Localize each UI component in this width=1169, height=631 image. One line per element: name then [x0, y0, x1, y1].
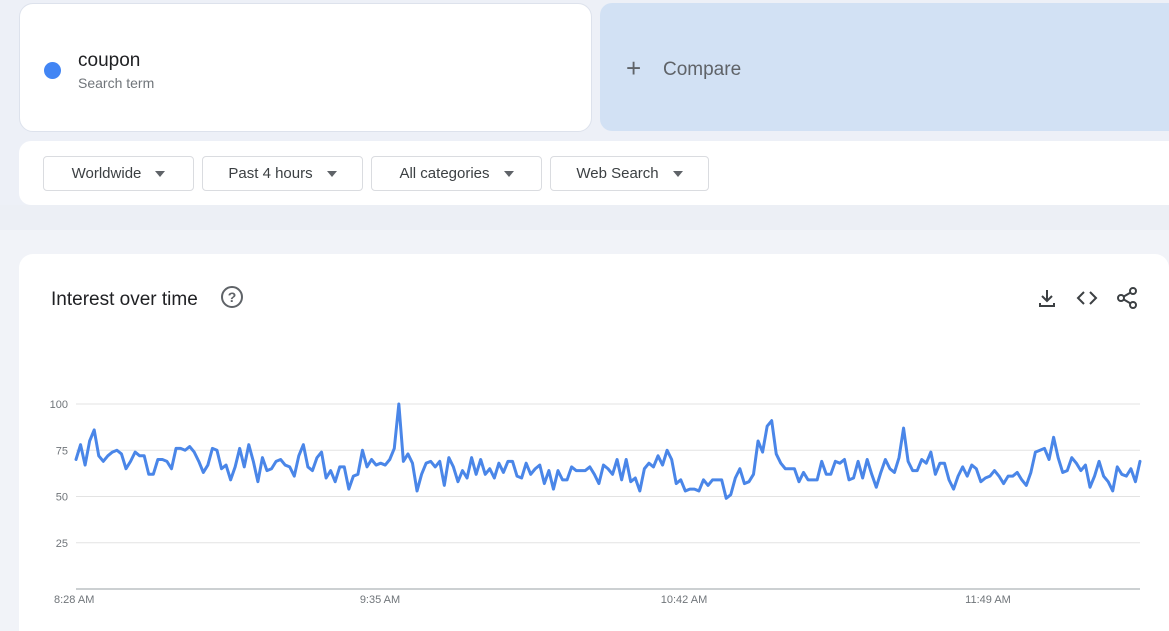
caret-down-icon — [672, 170, 683, 177]
caret-down-icon — [503, 170, 514, 177]
region-dropdown[interactable]: Worldwide — [43, 156, 194, 191]
search-term-subtitle: Search term — [78, 75, 155, 91]
search-term-card[interactable]: coupon Search term — [19, 3, 592, 132]
y-tick-label: 50 — [56, 492, 68, 504]
filter-bar: Worldwide Past 4 hours All categories We… — [19, 141, 1169, 205]
y-tick-label: 100 — [50, 399, 68, 411]
series-line — [74, 402, 1142, 500]
help-icon[interactable]: ? — [221, 286, 243, 308]
time-range-dropdown[interactable]: Past 4 hours — [202, 156, 363, 191]
y-tick-label: 75 — [56, 445, 68, 457]
download-icon[interactable] — [1035, 286, 1059, 310]
x-tick-label: 11:49 AM — [965, 594, 1011, 606]
embed-code-icon[interactable] — [1075, 286, 1099, 310]
search-type-dropdown[interactable]: Web Search — [550, 156, 709, 191]
share-icon[interactable] — [1115, 286, 1139, 310]
search-term-name[interactable]: coupon — [78, 50, 140, 72]
time-range-label: Past 4 hours — [228, 165, 313, 182]
category-dropdown[interactable]: All categories — [371, 156, 542, 191]
compare-button[interactable]: + Compare — [600, 3, 1169, 131]
compare-label: Compare — [663, 59, 742, 80]
x-tick-label: 8:28 AM — [54, 594, 94, 606]
series-color-dot — [44, 62, 61, 79]
region-label: Worldwide — [71, 165, 142, 182]
plus-icon: + — [626, 53, 642, 83]
search-type-label: Web Search — [576, 165, 659, 182]
panel-title: Interest over time — [51, 289, 198, 310]
caret-down-icon — [155, 170, 166, 177]
category-label: All categories — [399, 165, 490, 182]
caret-down-icon — [326, 170, 337, 177]
interest-over-time-panel: Interest over time ? 25 50 75 100 8:28 AM 9:3… — [19, 254, 1169, 631]
section-divider — [0, 205, 1169, 230]
x-tick-label: 10:42 AM — [661, 594, 707, 606]
x-tick-label: 9:35 AM — [360, 594, 400, 606]
y-tick-label: 25 — [56, 538, 68, 550]
